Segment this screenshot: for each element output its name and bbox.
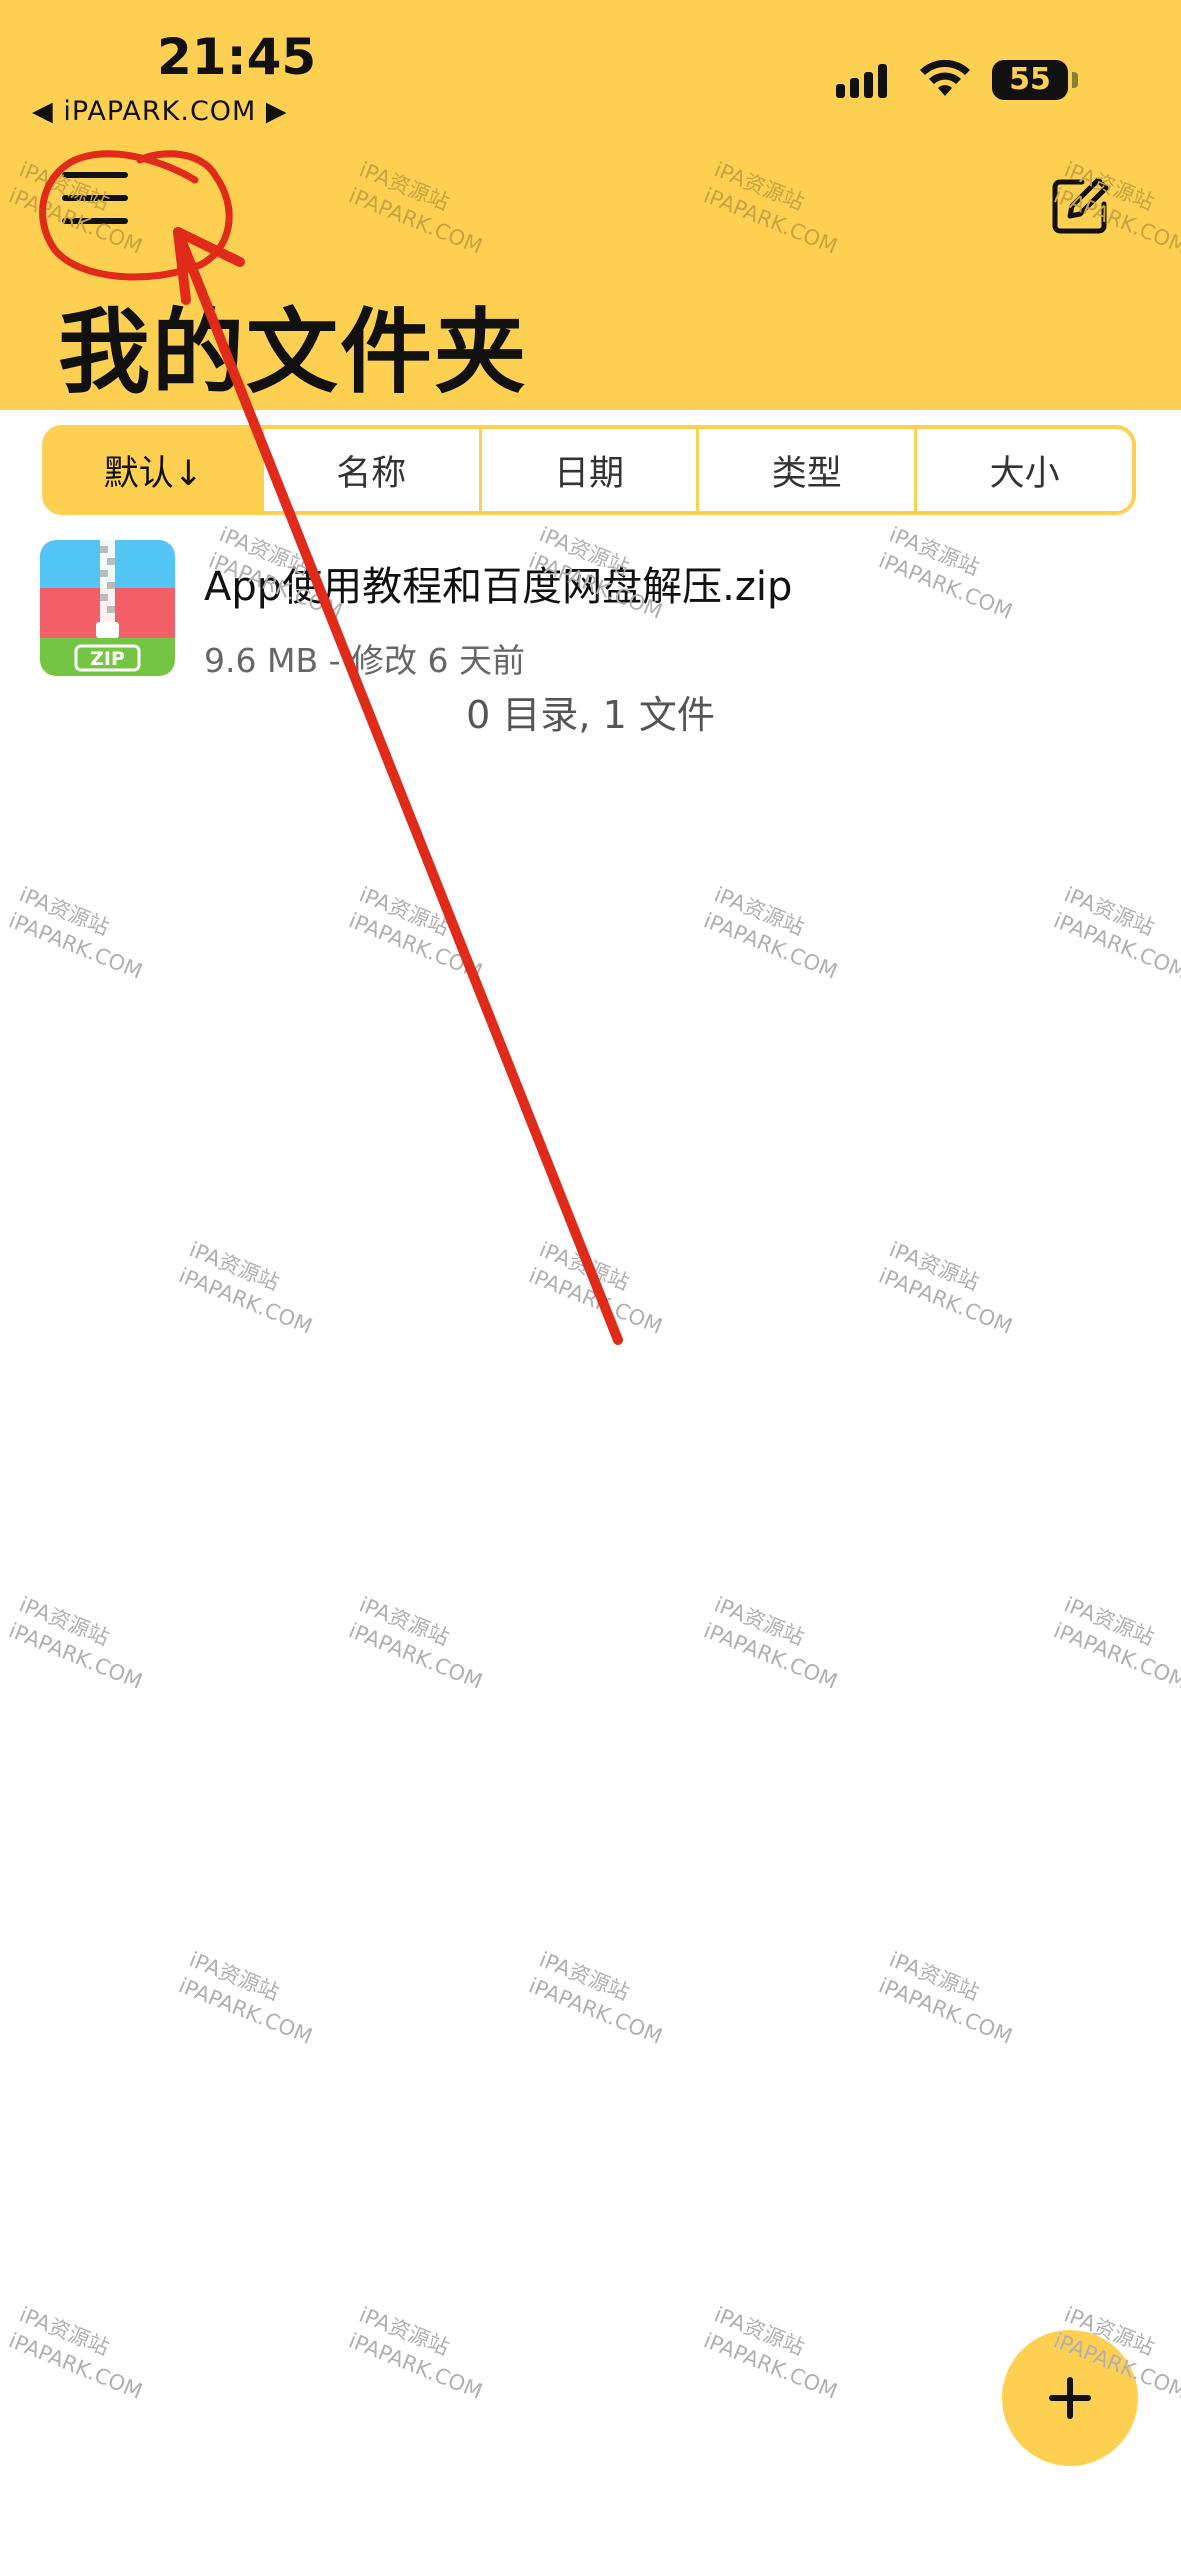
watermark: iPA资源站 iPAPARK.COM xyxy=(525,1947,666,2049)
page-title: 我的文件夹 xyxy=(58,299,529,406)
zip-icon-label: ZIP xyxy=(90,648,125,670)
watermark: iPA资源站 iPAPARK.COM xyxy=(5,2302,146,2404)
watermark: iPA资源站 iPAPARK.COM xyxy=(345,2302,486,2404)
watermark: iPA资源站 iPAPARK.COM xyxy=(525,1237,666,1339)
hamburger-menu-icon[interactable] xyxy=(62,172,128,232)
sort-tab-default[interactable]: 默认↓ xyxy=(46,429,261,511)
watermark: iPA资源站 iPAPARK.COM xyxy=(700,157,841,259)
watermark: iPA资源站 iPAPARK.COM xyxy=(5,1592,146,1694)
watermark: iPA资源站 iPAPARK.COM xyxy=(700,2302,841,2404)
file-meta: 9.6 MB - 修改 6 天前 xyxy=(204,641,525,680)
zip-archive-icon: ZIP xyxy=(40,540,175,676)
compose-icon[interactable] xyxy=(1050,176,1110,236)
watermark: iPA资源站 iPAPARK.COM xyxy=(1050,882,1181,984)
watermark: iPA资源站 iPAPARK.COM xyxy=(345,157,486,259)
watermark: iPA资源站 iPAPARK.COM xyxy=(875,1947,1016,2049)
watermark: iPA资源站 iPAPARK.COM xyxy=(875,1237,1016,1339)
sort-tab-name[interactable]: 名称 xyxy=(260,429,479,511)
sort-tab-date[interactable]: 日期 xyxy=(478,429,697,511)
watermark: iPA资源站 iPAPARK.COM xyxy=(1050,1592,1181,1694)
sort-tab-type[interactable]: 类型 xyxy=(696,429,914,511)
watermark: iPA资源站 iPAPARK.COM xyxy=(700,882,841,984)
file-name: App使用教程和百度网盘解压.zip xyxy=(204,564,793,610)
battery-indicator: 55 xyxy=(992,60,1068,100)
watermark: iPA资源站 iPAPARK.COM xyxy=(175,1947,316,2049)
back-to-app-link[interactable]: ◀ iPAPARK.COM ▶ xyxy=(32,96,288,127)
watermark: iPA资源站 iPAPARK.COM xyxy=(5,882,146,984)
signal-bars-icon xyxy=(836,64,887,98)
add-button[interactable] xyxy=(1002,2330,1138,2466)
battery-nub xyxy=(1072,72,1078,88)
file-list-item[interactable]: ZIP App使用教程和百度网盘解压.zip 9.6 MB - 修改 6 天前 xyxy=(40,538,1140,688)
status-time: 21:45 xyxy=(157,28,317,86)
watermark: iPA资源站 iPAPARK.COM xyxy=(345,1592,486,1694)
sort-segmented-control: 默认↓ 名称 日期 类型 大小 xyxy=(42,425,1136,515)
watermark: iPA资源站 iPAPARK.COM xyxy=(345,882,486,984)
folder-summary: 0 目录, 1 文件 xyxy=(466,693,715,737)
watermark: iPA资源站 iPAPARK.COM xyxy=(700,1592,841,1694)
wifi-icon xyxy=(920,59,970,96)
sort-tab-size[interactable]: 大小 xyxy=(914,429,1132,511)
watermark: iPA资源站 iPAPARK.COM xyxy=(175,1237,316,1339)
app-header: 21:45 ◀ iPAPARK.COM ▶ 55 我的文件夹 iPA资源站 iPA… xyxy=(0,0,1181,410)
plus-icon xyxy=(1049,2377,1091,2419)
